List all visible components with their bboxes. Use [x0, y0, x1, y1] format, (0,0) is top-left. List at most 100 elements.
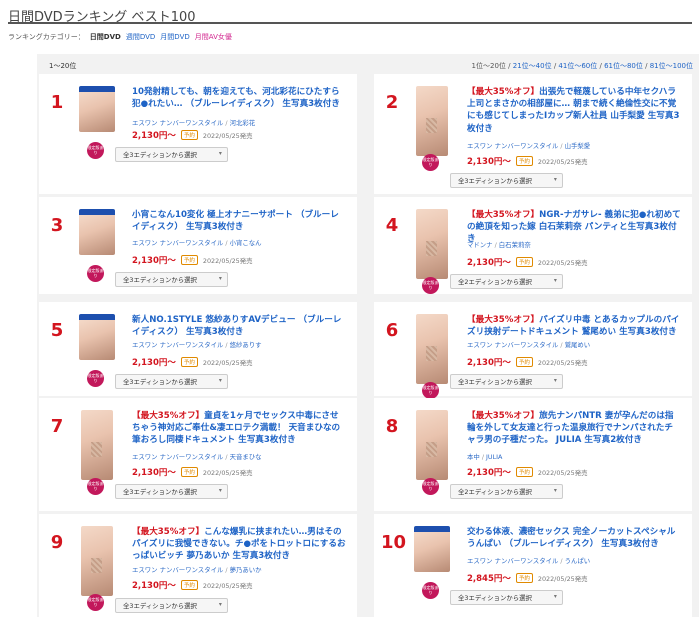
- product-thumbnail[interactable]: [416, 209, 448, 279]
- pager-item-41-60[interactable]: 41位〜60位: [558, 62, 597, 70]
- ranking-card[interactable]: 9 限定版あり 【最大35%オフ】こんな爆乳に挟まれたい…男はそのパイズリに我慢…: [39, 514, 357, 617]
- actress-link[interactable]: 白石茉莉奈: [499, 241, 531, 249]
- product-thumbnail[interactable]: [81, 410, 113, 480]
- edition-selector[interactable]: 全3エディションから選択 ▾: [115, 374, 228, 389]
- edition-select-label: 全2エディションから選択: [458, 278, 532, 286]
- actress-link[interactable]: 河北彩花: [230, 119, 256, 127]
- maker-link[interactable]: エスワン ナンバーワンスタイル: [132, 453, 223, 461]
- actress-link[interactable]: 天音まひな: [230, 453, 262, 461]
- maker-link[interactable]: マドンナ: [467, 241, 493, 249]
- product-thumbnail[interactable]: [416, 314, 448, 384]
- product-thumbnail[interactable]: [79, 86, 115, 132]
- edition-select[interactable]: 全3エディションから選択 ▾: [115, 598, 228, 613]
- pager-item-1-20[interactable]: 1位〜20位: [472, 62, 506, 70]
- product-title-link[interactable]: 新人NO.1STYLE 悠紗ありすAVデビュー （ブルーレイディスク） 生写真3…: [132, 314, 346, 338]
- preorder-tag: 予約: [180, 357, 198, 367]
- pager-item-81-100[interactable]: 81位〜100位: [650, 62, 693, 70]
- edition-selector[interactable]: 全3エディションから選択 ▾: [115, 484, 228, 499]
- maker-link[interactable]: エスワン ナンバーワンスタイル: [467, 142, 558, 150]
- ranking-card[interactable]: 10 限定版あり 交わる体液、濃密セックス 完全ノーカットスペシャル うんぱい …: [374, 514, 692, 617]
- edition-select[interactable]: 全3エディションから選択 ▾: [115, 147, 228, 162]
- edition-select-label: 全3エディションから選択: [123, 488, 197, 496]
- limited-edition-badge: 限定版あり: [422, 382, 439, 399]
- rank-number: 5: [50, 320, 64, 341]
- product-title-link[interactable]: 小宵こなん10変化 極上オナニーサポート （ブルーレイディスク） 生写真3枚付き: [132, 209, 346, 233]
- actress-link[interactable]: 小宵こなん: [230, 239, 262, 247]
- edition-selector[interactable]: 全3エディションから選択 ▾: [115, 147, 228, 162]
- maker-link[interactable]: エスワン ナンバーワンスタイル: [132, 119, 223, 127]
- ranking-card[interactable]: 7 限定版あり 【最大35%オフ】童貞を1ヶ月でセックス中毒にさせちゃう神対応ご…: [39, 398, 357, 511]
- actress-link[interactable]: JULIA: [486, 453, 502, 461]
- product-thumbnail[interactable]: [81, 526, 113, 596]
- pager-item-61-80[interactable]: 61位〜80位: [604, 62, 643, 70]
- edition-select[interactable]: 全2エディションから選択 ▾: [450, 484, 563, 499]
- product-title-link[interactable]: 交わる体液、濃密セックス 完全ノーカットスペシャル うんぱい （ブルーレイディス…: [467, 526, 681, 550]
- ranking-card[interactable]: 2 限定版あり 【最大35%オフ】出張先で軽蔑している中年セクハラ上司とまさかの…: [374, 74, 692, 194]
- product-title-link[interactable]: 【最大35%オフ】童貞を1ヶ月でセックス中毒にさせちゃう神対応ご奉仕&凄エロテク…: [132, 410, 346, 447]
- product-thumbnail[interactable]: [416, 86, 448, 156]
- release-date: 2022/05/25発売: [202, 131, 253, 140]
- preorder-tag: 予約: [180, 580, 198, 590]
- edition-select-label: 全3エディションから選択: [123, 276, 197, 284]
- maker-link[interactable]: 本中: [467, 453, 480, 461]
- edition-select[interactable]: 全3エディションから選択 ▾: [450, 590, 563, 605]
- product-title-link[interactable]: 【最大35%オフ】パイズリ中毒 とあるカップルのパイズリ挟射デートドキュメント …: [467, 314, 681, 338]
- product-title-link[interactable]: 【最大35%オフ】こんな爆乳に挟まれたい…男はそのパイズリに我慢できない。チ●ポ…: [132, 526, 346, 563]
- ranking-card[interactable]: 8 限定版あり 【最大35%オフ】旅先ナンパNTR 妻が孕んだのは指輪を外して女…: [374, 398, 692, 511]
- chevron-down-icon: ▾: [553, 487, 557, 494]
- edition-selector[interactable]: 全3エディションから選択 ▾: [115, 598, 228, 613]
- product-thumbnail[interactable]: [79, 314, 115, 360]
- category-monthly-dvd[interactable]: 月間DVD: [160, 32, 189, 42]
- maker-link[interactable]: エスワン ナンバーワンスタイル: [132, 341, 223, 349]
- maker-link[interactable]: エスワン ナンバーワンスタイル: [467, 557, 558, 565]
- price-row: 2,130円〜 予約 2022/05/25発売: [132, 579, 253, 591]
- edition-select[interactable]: 全3エディションから選択 ▾: [115, 272, 228, 287]
- product-title[interactable]: 10発射精しても、朝を迎えても、河北彩花にひたすら犯●れたい… （ブルーレイディ…: [132, 87, 340, 109]
- pager-item-21-40[interactable]: 21位〜40位: [513, 62, 552, 70]
- edition-select[interactable]: 全3エディションから選択 ▾: [450, 173, 563, 188]
- product-title[interactable]: 小宵こなん10変化 極上オナニーサポート （ブルーレイディスク） 生写真3枚付き: [132, 210, 339, 232]
- edition-selector[interactable]: 全3エディションから選択 ▾: [450, 173, 563, 188]
- edition-select[interactable]: 全2エディションから選択 ▾: [450, 274, 563, 289]
- ranking-card[interactable]: 1 限定版あり 10発射精しても、朝を迎えても、河北彩花にひたすら犯●れたい… …: [39, 74, 357, 194]
- edition-selector[interactable]: 全3エディションから選択 ▾: [115, 272, 228, 287]
- edition-selector[interactable]: 全3エディションから選択 ▾: [450, 590, 563, 605]
- chevron-down-icon: ▾: [553, 277, 557, 284]
- price: 2,845円〜: [467, 574, 511, 584]
- chevron-down-icon: ▾: [553, 176, 557, 183]
- actress-link[interactable]: 夢乃あいか: [230, 566, 262, 574]
- edition-select[interactable]: 全3エディションから選択 ▾: [450, 374, 563, 389]
- edition-select[interactable]: 全3エディションから選択 ▾: [115, 484, 228, 499]
- category-monthly-actress[interactable]: 月間AV女優: [195, 32, 232, 42]
- actress-link[interactable]: 山手梨愛: [565, 142, 591, 150]
- maker-link[interactable]: エスワン ナンバーワンスタイル: [132, 239, 223, 247]
- maker-link[interactable]: エスワン ナンバーワンスタイル: [132, 566, 223, 574]
- product-title[interactable]: 新人NO.1STYLE 悠紗ありすAVデビュー （ブルーレイディスク） 生写真3…: [132, 315, 341, 337]
- edition-selector[interactable]: 全2エディションから選択 ▾: [450, 484, 563, 499]
- maker-and-actress: エスワン ナンバーワンスタイル / うんぱい: [467, 556, 590, 565]
- product-thumbnail[interactable]: [416, 410, 448, 480]
- category-daily-dvd[interactable]: 日間DVD: [90, 32, 121, 42]
- maker-link[interactable]: エスワン ナンバーワンスタイル: [467, 341, 558, 349]
- ranking-card[interactable]: 3 限定版あり 小宵こなん10変化 極上オナニーサポート （ブルーレイディスク）…: [39, 197, 357, 294]
- actress-link[interactable]: うんぱい: [565, 557, 591, 565]
- ranking-card[interactable]: 6 限定版あり 【最大35%オフ】パイズリ中毒 とあるカップルのパイズリ挟射デー…: [374, 302, 692, 399]
- ranking-card[interactable]: 4 限定版あり 【最大35%オフ】NGR-ナガサレ- 義弟に犯●れ初めての絶頂を…: [374, 197, 692, 294]
- edition-select[interactable]: 全3エディションから選択 ▾: [115, 374, 228, 389]
- edition-selector[interactable]: 全3エディションから選択 ▾: [450, 374, 563, 389]
- ranking-card[interactable]: 5 限定版あり 新人NO.1STYLE 悠紗ありすAVデビュー （ブルーレイディ…: [39, 302, 357, 396]
- actress-link[interactable]: 鷲尾めい: [565, 341, 591, 349]
- preorder-tag: 予約: [180, 467, 198, 477]
- product-title-link[interactable]: 10発射精しても、朝を迎えても、河北彩花にひたすら犯●れたい… （ブルーレイディ…: [132, 86, 346, 110]
- actress-link[interactable]: 悠紗ありす: [230, 341, 262, 349]
- preorder-tag: 予約: [515, 573, 533, 583]
- product-title[interactable]: 交わる体液、濃密セックス 完全ノーカットスペシャル うんぱい （ブルーレイディス…: [467, 527, 675, 549]
- product-thumbnail[interactable]: [414, 526, 450, 572]
- category-weekly-dvd[interactable]: 週間DVD: [126, 32, 155, 42]
- product-title-link[interactable]: 【最大35%オフ】旅先ナンパNTR 妻が孕んだのは指輪を外して女友達と行った温泉…: [467, 410, 681, 447]
- rank-pager: 1位〜20位 / 21位〜40位 / 41位〜60位 / 61位〜80位 / 8…: [471, 62, 693, 70]
- product-thumbnail[interactable]: [79, 209, 115, 255]
- preorder-tag: 予約: [515, 156, 533, 166]
- edition-selector[interactable]: 全2エディションから選択 ▾: [450, 274, 563, 289]
- product-title-link[interactable]: 【最大35%オフ】出張先で軽蔑している中年セクハラ上司とまさかの相部屋に… 朝ま…: [467, 86, 681, 135]
